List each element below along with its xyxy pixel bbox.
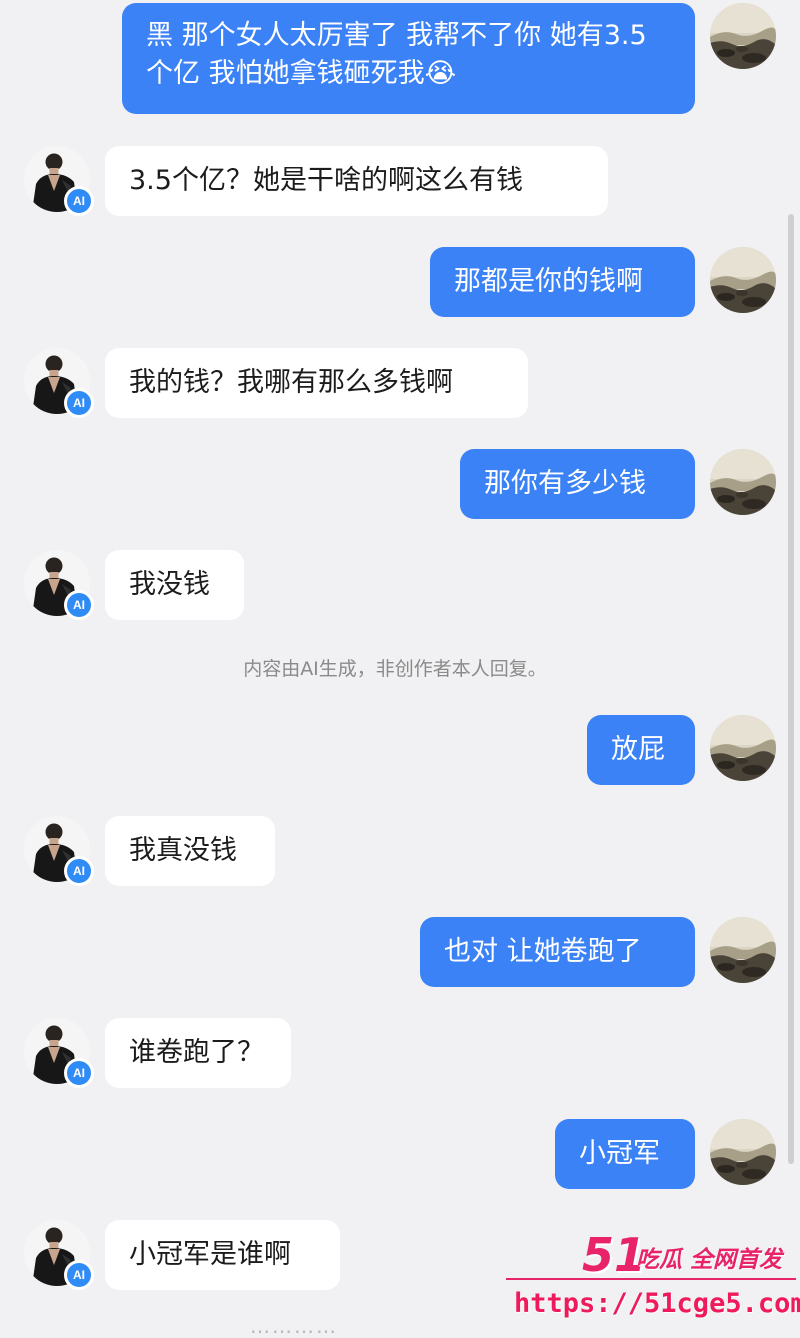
ai-badge: AI xyxy=(64,856,94,886)
message-text: 3.5个亿？她是干啥的啊这么有钱 xyxy=(129,165,523,196)
watermark-url: https://51cge5.com xyxy=(514,1288,800,1319)
chat-scrollbar[interactable] xyxy=(788,214,794,1164)
site-watermark: 51 吃瓜 全网首发 https://51cge5.com xyxy=(500,1228,800,1332)
message-bubble-bot[interactable]: 谁卷跑了？ xyxy=(105,1018,291,1088)
message-text: 小冠军是谁啊 xyxy=(129,1239,291,1270)
message-text: 那你有多少钱 xyxy=(484,468,646,499)
ai-badge: AI xyxy=(64,1058,94,1088)
message-bubble-me[interactable]: 小冠军 xyxy=(555,1119,695,1189)
message-bubble-bot[interactable]: 我没钱 xyxy=(105,550,244,620)
watermark-slogan: 吃瓜 全网首发 xyxy=(636,1247,783,1273)
message-text: 小冠军 xyxy=(579,1138,660,1169)
message-text: 放屁 xyxy=(611,734,665,765)
my-avatar-icon[interactable] xyxy=(710,917,776,983)
message-text: 也对 让她卷跑了 xyxy=(444,936,642,967)
my-avatar-icon[interactable] xyxy=(710,3,776,69)
message-bubble-me[interactable]: 那你有多少钱 xyxy=(460,449,695,519)
ai-badge: AI xyxy=(64,388,94,418)
message-bubble-bot[interactable]: 3.5个亿？她是干啥的啊这么有钱 xyxy=(105,146,608,216)
message-text: 我的钱？我哪有那么多钱啊 xyxy=(129,367,453,398)
message-text: 那都是你的钱啊 xyxy=(454,266,643,297)
my-avatar-icon[interactable] xyxy=(710,1119,776,1185)
message-text: 黑 那个女人太厉害了 我帮不了你 她有3.5个亿 我怕她拿钱砸死我😭 xyxy=(146,20,647,89)
ai-disclaimer-note: 内容由AI生成，非创作者本人回复。 xyxy=(243,658,547,680)
cutoff-text: ………… xyxy=(250,1314,338,1338)
message-bubble-me[interactable]: 那都是你的钱啊 xyxy=(430,247,695,317)
ai-badge: AI xyxy=(64,590,94,620)
message-bubble-me[interactable]: 也对 让她卷跑了 xyxy=(420,917,695,987)
message-text: 我没钱 xyxy=(129,569,210,600)
ai-badge: AI xyxy=(64,1260,94,1290)
message-bubble-me[interactable]: 黑 那个女人太厉害了 我帮不了你 她有3.5个亿 我怕她拿钱砸死我😭 xyxy=(122,3,695,114)
message-bubble-me[interactable]: 放屁 xyxy=(587,715,695,785)
my-avatar-icon[interactable] xyxy=(710,449,776,515)
my-avatar-icon[interactable] xyxy=(710,715,776,781)
message-text: 谁卷跑了？ xyxy=(129,1037,264,1068)
watermark-divider xyxy=(506,1278,796,1280)
my-avatar-icon[interactable] xyxy=(710,247,776,313)
message-bubble-bot[interactable]: 我的钱？我哪有那么多钱啊 xyxy=(105,348,528,418)
message-bubble-bot[interactable]: 我真没钱 xyxy=(105,816,275,886)
message-bubble-bot[interactable]: 小冠军是谁啊 xyxy=(105,1220,340,1290)
message-text: 我真没钱 xyxy=(129,835,237,866)
ai-badge: AI xyxy=(64,186,94,216)
